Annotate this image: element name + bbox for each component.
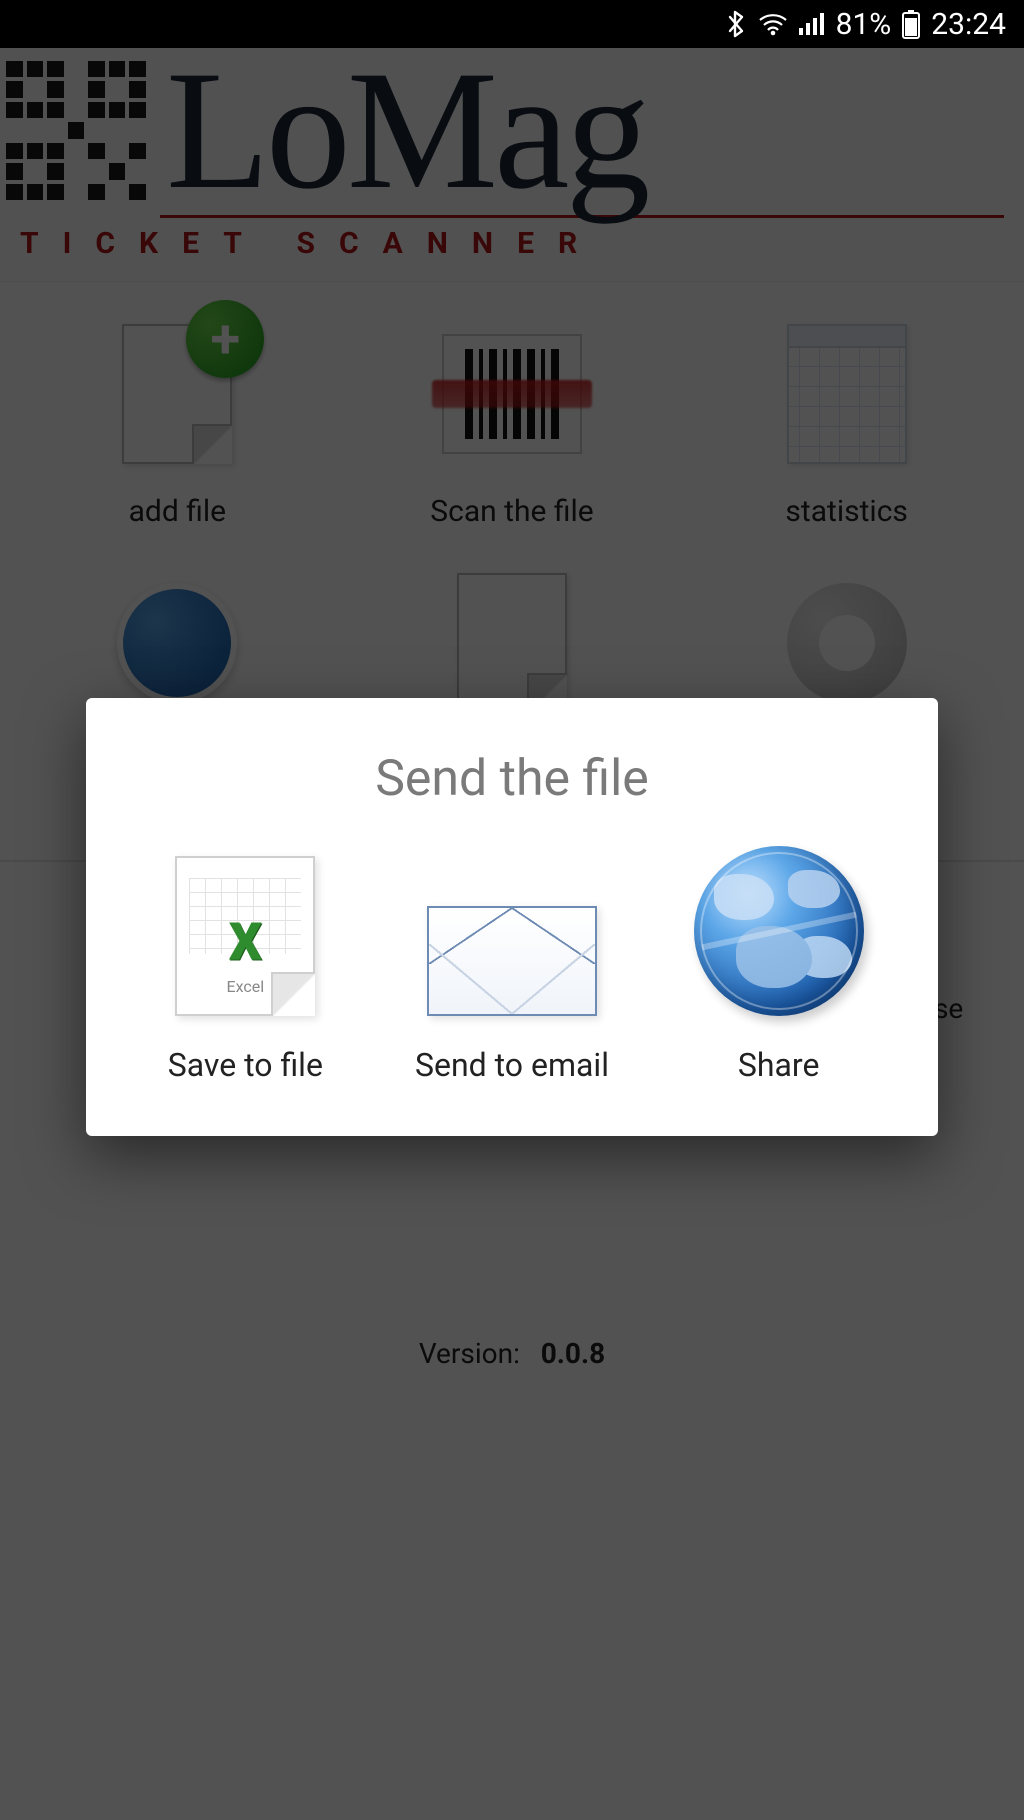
battery-icon xyxy=(901,9,921,39)
envelope-icon xyxy=(427,906,597,1016)
clock: 23:24 xyxy=(931,7,1006,42)
dialog-title: Send the file xyxy=(116,750,908,808)
send-to-email-option[interactable]: Send to email xyxy=(415,906,609,1084)
save-to-file-label: Save to file xyxy=(168,1046,323,1084)
send-to-email-label: Send to email xyxy=(415,1046,609,1084)
globe-icon xyxy=(694,846,864,1016)
share-label: Share xyxy=(738,1046,820,1084)
cell-signal-icon xyxy=(798,12,826,36)
excel-file-icon: X Excel xyxy=(175,856,315,1016)
save-to-file-option[interactable]: X Excel Save to file xyxy=(168,856,323,1084)
excel-tag: Excel xyxy=(177,977,313,996)
share-option[interactable]: Share xyxy=(694,846,864,1084)
bluetooth-icon xyxy=(724,9,748,39)
wifi-icon xyxy=(758,12,788,36)
battery-percent: 81% xyxy=(836,7,892,42)
dialog-options: X Excel Save to file Send to email Share xyxy=(116,846,908,1084)
send-file-dialog: Send the file X Excel Save to file Send … xyxy=(86,698,938,1136)
